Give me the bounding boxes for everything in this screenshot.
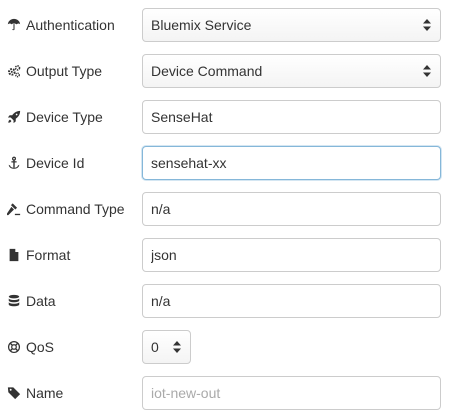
command-type-label-text: Command Type	[26, 201, 125, 217]
umbrella-icon	[6, 17, 22, 33]
data-row: Data n/a	[0, 284, 453, 318]
device-id-row: Device Id sensehat-xx	[0, 146, 453, 180]
name-input[interactable]: iot-new-out	[142, 376, 441, 410]
output-type-label: Output Type	[6, 54, 102, 88]
gavel-icon	[6, 201, 22, 217]
name-label-text: Name	[26, 385, 64, 401]
device-type-label: Device Type	[6, 100, 103, 134]
format-input[interactable]: json	[142, 238, 441, 272]
gears-icon	[6, 63, 22, 79]
data-input[interactable]: n/a	[142, 284, 441, 318]
name-input-placeholder: iot-new-out	[151, 385, 221, 401]
life-ring-icon	[6, 339, 22, 355]
device-type-input-value: SenseHat	[151, 109, 213, 125]
device-id-label-text: Device Id	[26, 155, 85, 171]
anchor-icon	[6, 155, 22, 171]
data-label: Data	[6, 284, 56, 318]
device-type-label-text: Device Type	[26, 109, 103, 125]
file-icon	[6, 247, 22, 263]
output-type-select-value: Device Command	[151, 63, 263, 79]
name-row: Name iot-new-out	[0, 376, 453, 410]
device-id-input[interactable]: sensehat-xx	[142, 146, 441, 180]
command-type-label: Command Type	[6, 192, 125, 226]
qos-label: QoS	[6, 330, 54, 364]
authentication-label-text: Authentication	[26, 17, 115, 33]
device-id-input-value: sensehat-xx	[151, 155, 227, 171]
authentication-row: Authentication Bluemix Service	[0, 8, 453, 42]
output-type-label-text: Output Type	[26, 63, 103, 79]
database-icon	[6, 293, 22, 309]
format-label-text: Format	[26, 247, 71, 263]
device-type-input[interactable]: SenseHat	[142, 100, 441, 134]
data-input-value: n/a	[151, 293, 171, 309]
device-type-row: Device Type SenseHat	[0, 100, 453, 134]
authentication-select[interactable]: Bluemix Service	[142, 8, 441, 42]
node-config-form: Authentication Bluemix Service Output Ty…	[0, 0, 453, 417]
output-type-select[interactable]: Device Command	[142, 54, 441, 88]
select-arrows-icon	[420, 15, 434, 35]
select-arrows-icon	[420, 61, 434, 81]
device-id-label: Device Id	[6, 146, 84, 180]
rocket-icon	[6, 109, 22, 125]
select-arrows-icon	[170, 337, 184, 357]
data-label-text: Data	[26, 293, 56, 309]
name-label: Name	[6, 376, 63, 410]
command-type-input-value: n/a	[151, 201, 171, 217]
authentication-select-value: Bluemix Service	[151, 17, 252, 33]
format-row: Format json	[0, 238, 453, 272]
qos-select[interactable]: 0	[142, 330, 191, 364]
command-type-row: Command Type n/a	[0, 192, 453, 226]
authentication-label: Authentication	[6, 8, 115, 42]
tag-icon	[6, 385, 22, 401]
qos-row: QoS 0	[0, 330, 453, 364]
format-label: Format	[6, 238, 70, 272]
format-input-value: json	[151, 247, 177, 263]
command-type-input[interactable]: n/a	[142, 192, 441, 226]
qos-select-value: 0	[151, 339, 159, 355]
qos-label-text: QoS	[26, 339, 55, 355]
output-type-row: Output Type Device Command	[0, 54, 453, 88]
